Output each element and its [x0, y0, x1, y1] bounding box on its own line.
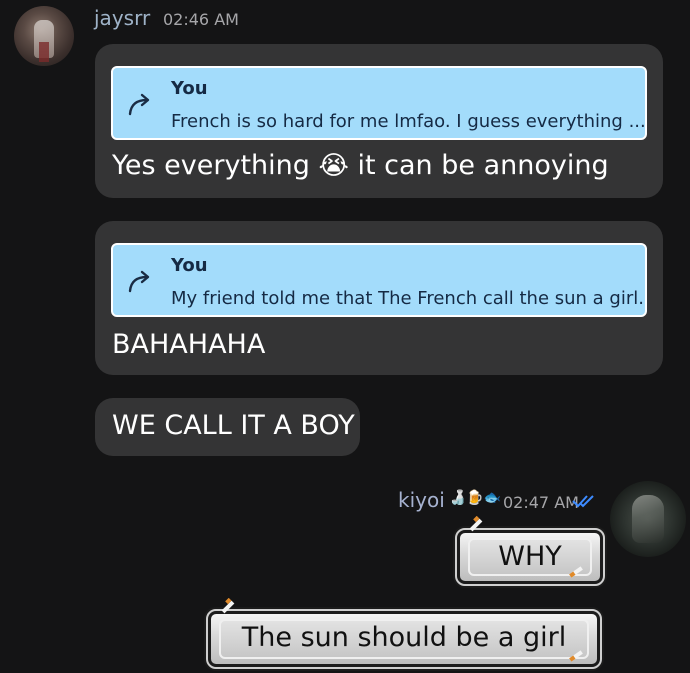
- message-text-5: The sun should be a girl: [241, 622, 567, 653]
- timestamp-jaysrr: 02:46 AM: [163, 10, 239, 29]
- crying-emoji-icon: 😭: [318, 151, 349, 181]
- message-text-3: WE CALL IT A BOY: [112, 410, 355, 441]
- message-bubble-2[interactable]: You My friend told me that The French ca…: [95, 221, 663, 375]
- cigarette-icon: [569, 566, 583, 578]
- avatar-kiyoi[interactable]: [610, 481, 686, 557]
- reply-quote-1[interactable]: You French is so hard for me lmfao. I gu…: [111, 66, 647, 140]
- message-text-2: BAHAHAHA: [112, 329, 266, 360]
- message-bubble-3[interactable]: WE CALL IT A BOY: [95, 398, 360, 456]
- username-jaysrr[interactable]: jaysrr: [94, 6, 150, 30]
- timestamp-kiyoi: 02:47 AM: [503, 493, 579, 512]
- avatar-figure: [632, 495, 664, 543]
- reply-author: You: [171, 78, 208, 99]
- avatar-jaysrr[interactable]: [14, 6, 74, 66]
- reply-snippet: French is so hard for me lmfao. I guess …: [171, 111, 646, 132]
- message-text-part: it can be annoying: [357, 150, 609, 181]
- username-badge-icon: 🍶🍺🐟: [449, 490, 502, 506]
- double-check-icon: [572, 495, 594, 508]
- avatar-figure-detail: [39, 42, 49, 62]
- cigarette-icon: [469, 516, 483, 532]
- username-kiyoi[interactable]: kiyoi: [398, 488, 445, 512]
- message-bubble-1[interactable]: You French is so hard for me lmfao. I gu…: [95, 44, 663, 198]
- reply-quote-2[interactable]: You My friend told me that The French ca…: [111, 243, 647, 317]
- reply-arrow-icon: [128, 93, 150, 116]
- cigarette-icon: [221, 598, 235, 614]
- cigarette-icon: [569, 650, 583, 662]
- message-text-1: Yes everything 😭 it can be annoying: [112, 150, 609, 181]
- message-text-part: Yes everything: [112, 150, 310, 181]
- reply-author: You: [171, 255, 208, 276]
- reply-snippet: My friend told me that The French call t…: [171, 288, 644, 309]
- message-bubble-5[interactable]: The sun should be a girl: [206, 609, 602, 669]
- reply-arrow-icon: [128, 270, 150, 293]
